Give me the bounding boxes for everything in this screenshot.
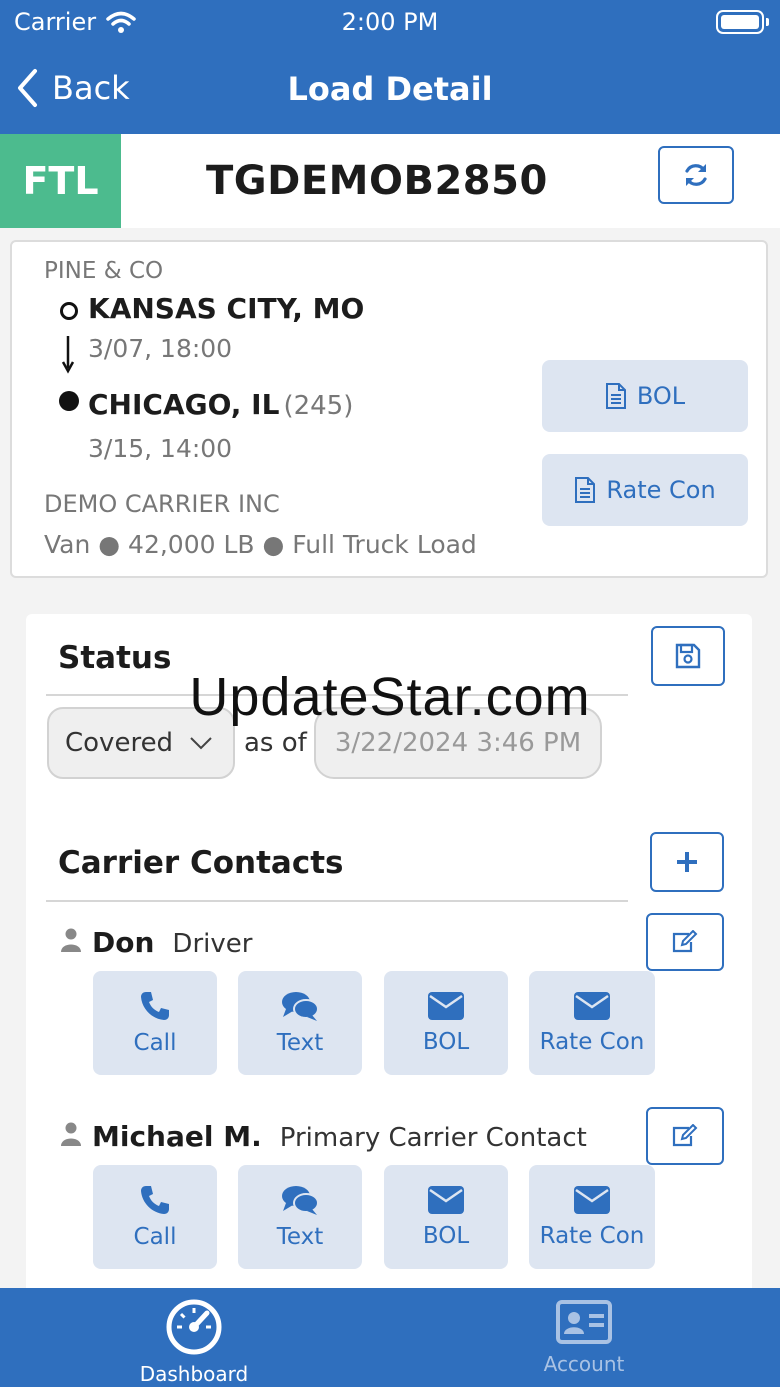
- contact-name: Michael M.: [92, 1120, 262, 1153]
- load-id: TGDEMOB2850: [206, 158, 548, 204]
- chat-icon: [282, 992, 319, 1021]
- as-of-label: as of: [244, 728, 307, 758]
- bol-button-label: BOL: [636, 382, 686, 410]
- chevron-down-icon: [190, 737, 212, 750]
- tab-dashboard[interactable]: Dashboard: [94, 1298, 294, 1386]
- status-time: 2:00 PM: [341, 8, 439, 36]
- envelope-icon: [574, 992, 610, 1020]
- user-icon: [61, 1122, 81, 1146]
- call-button[interactable]: Call: [93, 1165, 217, 1269]
- top-bar: Carrier 2:00 PM Back Load Detail: [0, 0, 780, 134]
- route-card: PINE & CO KANSAS CITY, MO 3/07, 18:00 CH…: [10, 240, 768, 578]
- destination-city: CHICAGO, IL (245): [88, 388, 353, 421]
- tab-bar: Dashboard Account: [0, 1288, 780, 1387]
- phone-icon: [141, 992, 169, 1020]
- add-contact-button[interactable]: [650, 832, 724, 892]
- tab-dashboard-label: Dashboard: [139, 1362, 249, 1386]
- call-label: Call: [133, 1224, 177, 1250]
- envelope-icon: [574, 1186, 610, 1214]
- shipper-name: PINE & CO: [44, 258, 164, 284]
- origin-city: KANSAS CITY, MO: [88, 292, 365, 325]
- arrow-down-icon: [61, 336, 75, 374]
- page-title: Load Detail: [287, 70, 493, 108]
- user-icon: [61, 928, 81, 952]
- email-rate-con-label: Rate Con: [539, 1029, 645, 1055]
- envelope-icon: [428, 1186, 464, 1214]
- document-icon: [575, 477, 596, 503]
- tab-account-label: Account: [543, 1352, 625, 1376]
- contacts-section-title: Carrier Contacts: [58, 845, 344, 881]
- email-bol-button[interactable]: BOL: [384, 971, 508, 1075]
- document-icon: [605, 383, 626, 409]
- contact-name: Don: [92, 926, 155, 959]
- email-rate-con-label: Rate Con: [539, 1223, 645, 1249]
- rate-con-button-label: Rate Con: [606, 476, 716, 504]
- status-select-value: Covered: [65, 728, 174, 758]
- text-button[interactable]: Text: [238, 1165, 362, 1269]
- id-card-icon: [556, 1300, 612, 1344]
- edit-contact-button[interactable]: [646, 1107, 724, 1165]
- destination-miles: (245): [283, 391, 354, 421]
- text-label: Text: [276, 1030, 324, 1056]
- phone-icon: [141, 1186, 169, 1214]
- bol-button[interactable]: BOL: [542, 360, 748, 432]
- contact-row: Michael M. Primary Carrier Contact: [60, 1120, 587, 1153]
- destination-marker-icon: [59, 391, 79, 411]
- call-label: Call: [133, 1030, 177, 1056]
- chat-icon: [282, 1186, 319, 1215]
- edit-icon: [672, 1124, 698, 1147]
- plus-icon: [677, 852, 697, 872]
- email-bol-label: BOL: [422, 1029, 470, 1055]
- text-label: Text: [276, 1224, 324, 1250]
- tab-account[interactable]: Account: [484, 1298, 684, 1376]
- load-header: FTL TGDEMOB2850: [0, 134, 780, 228]
- email-bol-button[interactable]: BOL: [384, 1165, 508, 1269]
- contact-row: Don Driver: [60, 926, 252, 959]
- email-rate-con-button[interactable]: Rate Con: [529, 1165, 655, 1269]
- text-button[interactable]: Text: [238, 971, 362, 1075]
- email-bol-label: BOL: [422, 1223, 470, 1249]
- load-mode-badge: FTL: [0, 134, 121, 228]
- email-rate-con-button[interactable]: Rate Con: [529, 971, 655, 1075]
- equipment-summary: Van ● 42,000 LB ● Full Truck Load: [44, 530, 477, 559]
- contact-role: Driver: [172, 929, 253, 959]
- refresh-icon: [685, 164, 707, 186]
- contacts-divider: [46, 900, 628, 902]
- dashboard-gauge-icon: [166, 1299, 222, 1355]
- watermark: UpdateStar.com: [189, 667, 591, 727]
- refresh-button[interactable]: [658, 146, 734, 204]
- edit-icon: [672, 930, 698, 953]
- destination-city-name: CHICAGO, IL: [88, 388, 280, 421]
- contact-role: Primary Carrier Contact: [279, 1123, 587, 1153]
- rate-con-button[interactable]: Rate Con: [542, 454, 748, 526]
- edit-contact-button[interactable]: [646, 913, 724, 971]
- origin-marker-icon: [60, 302, 78, 320]
- destination-date: 3/15, 14:00: [88, 434, 233, 463]
- envelope-icon: [428, 992, 464, 1020]
- origin-date: 3/07, 18:00: [88, 334, 233, 363]
- battery-icon: [716, 10, 769, 34]
- carrier-name: DEMO CARRIER INC: [44, 490, 280, 518]
- call-button[interactable]: Call: [93, 971, 217, 1075]
